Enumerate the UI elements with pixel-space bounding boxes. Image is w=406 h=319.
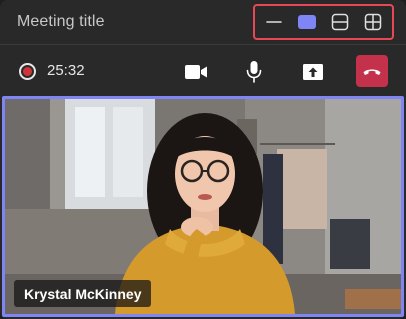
minimize-icon xyxy=(266,21,282,23)
call-timer: 25:32 xyxy=(47,62,85,79)
meeting-window: Meeting title 25:32 Krystal McKinney xyxy=(0,0,406,319)
share-screen-icon xyxy=(303,64,323,80)
share-screen-button[interactable] xyxy=(297,57,329,87)
meeting-title: Meeting title xyxy=(17,13,105,30)
participant-video: Krystal McKinney xyxy=(2,96,404,317)
title-bar: Meeting title xyxy=(0,0,406,44)
full-view-icon xyxy=(298,15,316,29)
camera-button[interactable] xyxy=(180,57,212,87)
microphone-button[interactable] xyxy=(238,57,270,87)
camera-icon xyxy=(185,65,207,79)
meeting-controls: 25:32 xyxy=(0,44,406,96)
microphone-icon xyxy=(246,61,262,83)
hang-up-icon xyxy=(363,69,381,75)
hang-up-button[interactable] xyxy=(356,55,388,87)
split-view-icon xyxy=(331,13,349,31)
split-view-button[interactable] xyxy=(329,11,351,33)
recording-icon xyxy=(19,63,36,80)
grid-view-icon xyxy=(364,13,382,31)
view-controls xyxy=(253,4,394,40)
participant-name-tag: Krystal McKinney xyxy=(14,280,152,307)
participant-name: Krystal McKinney xyxy=(24,285,142,302)
grid-view-button[interactable] xyxy=(362,11,384,33)
minimize-button[interactable] xyxy=(263,11,285,33)
full-view-button[interactable] xyxy=(296,11,318,33)
